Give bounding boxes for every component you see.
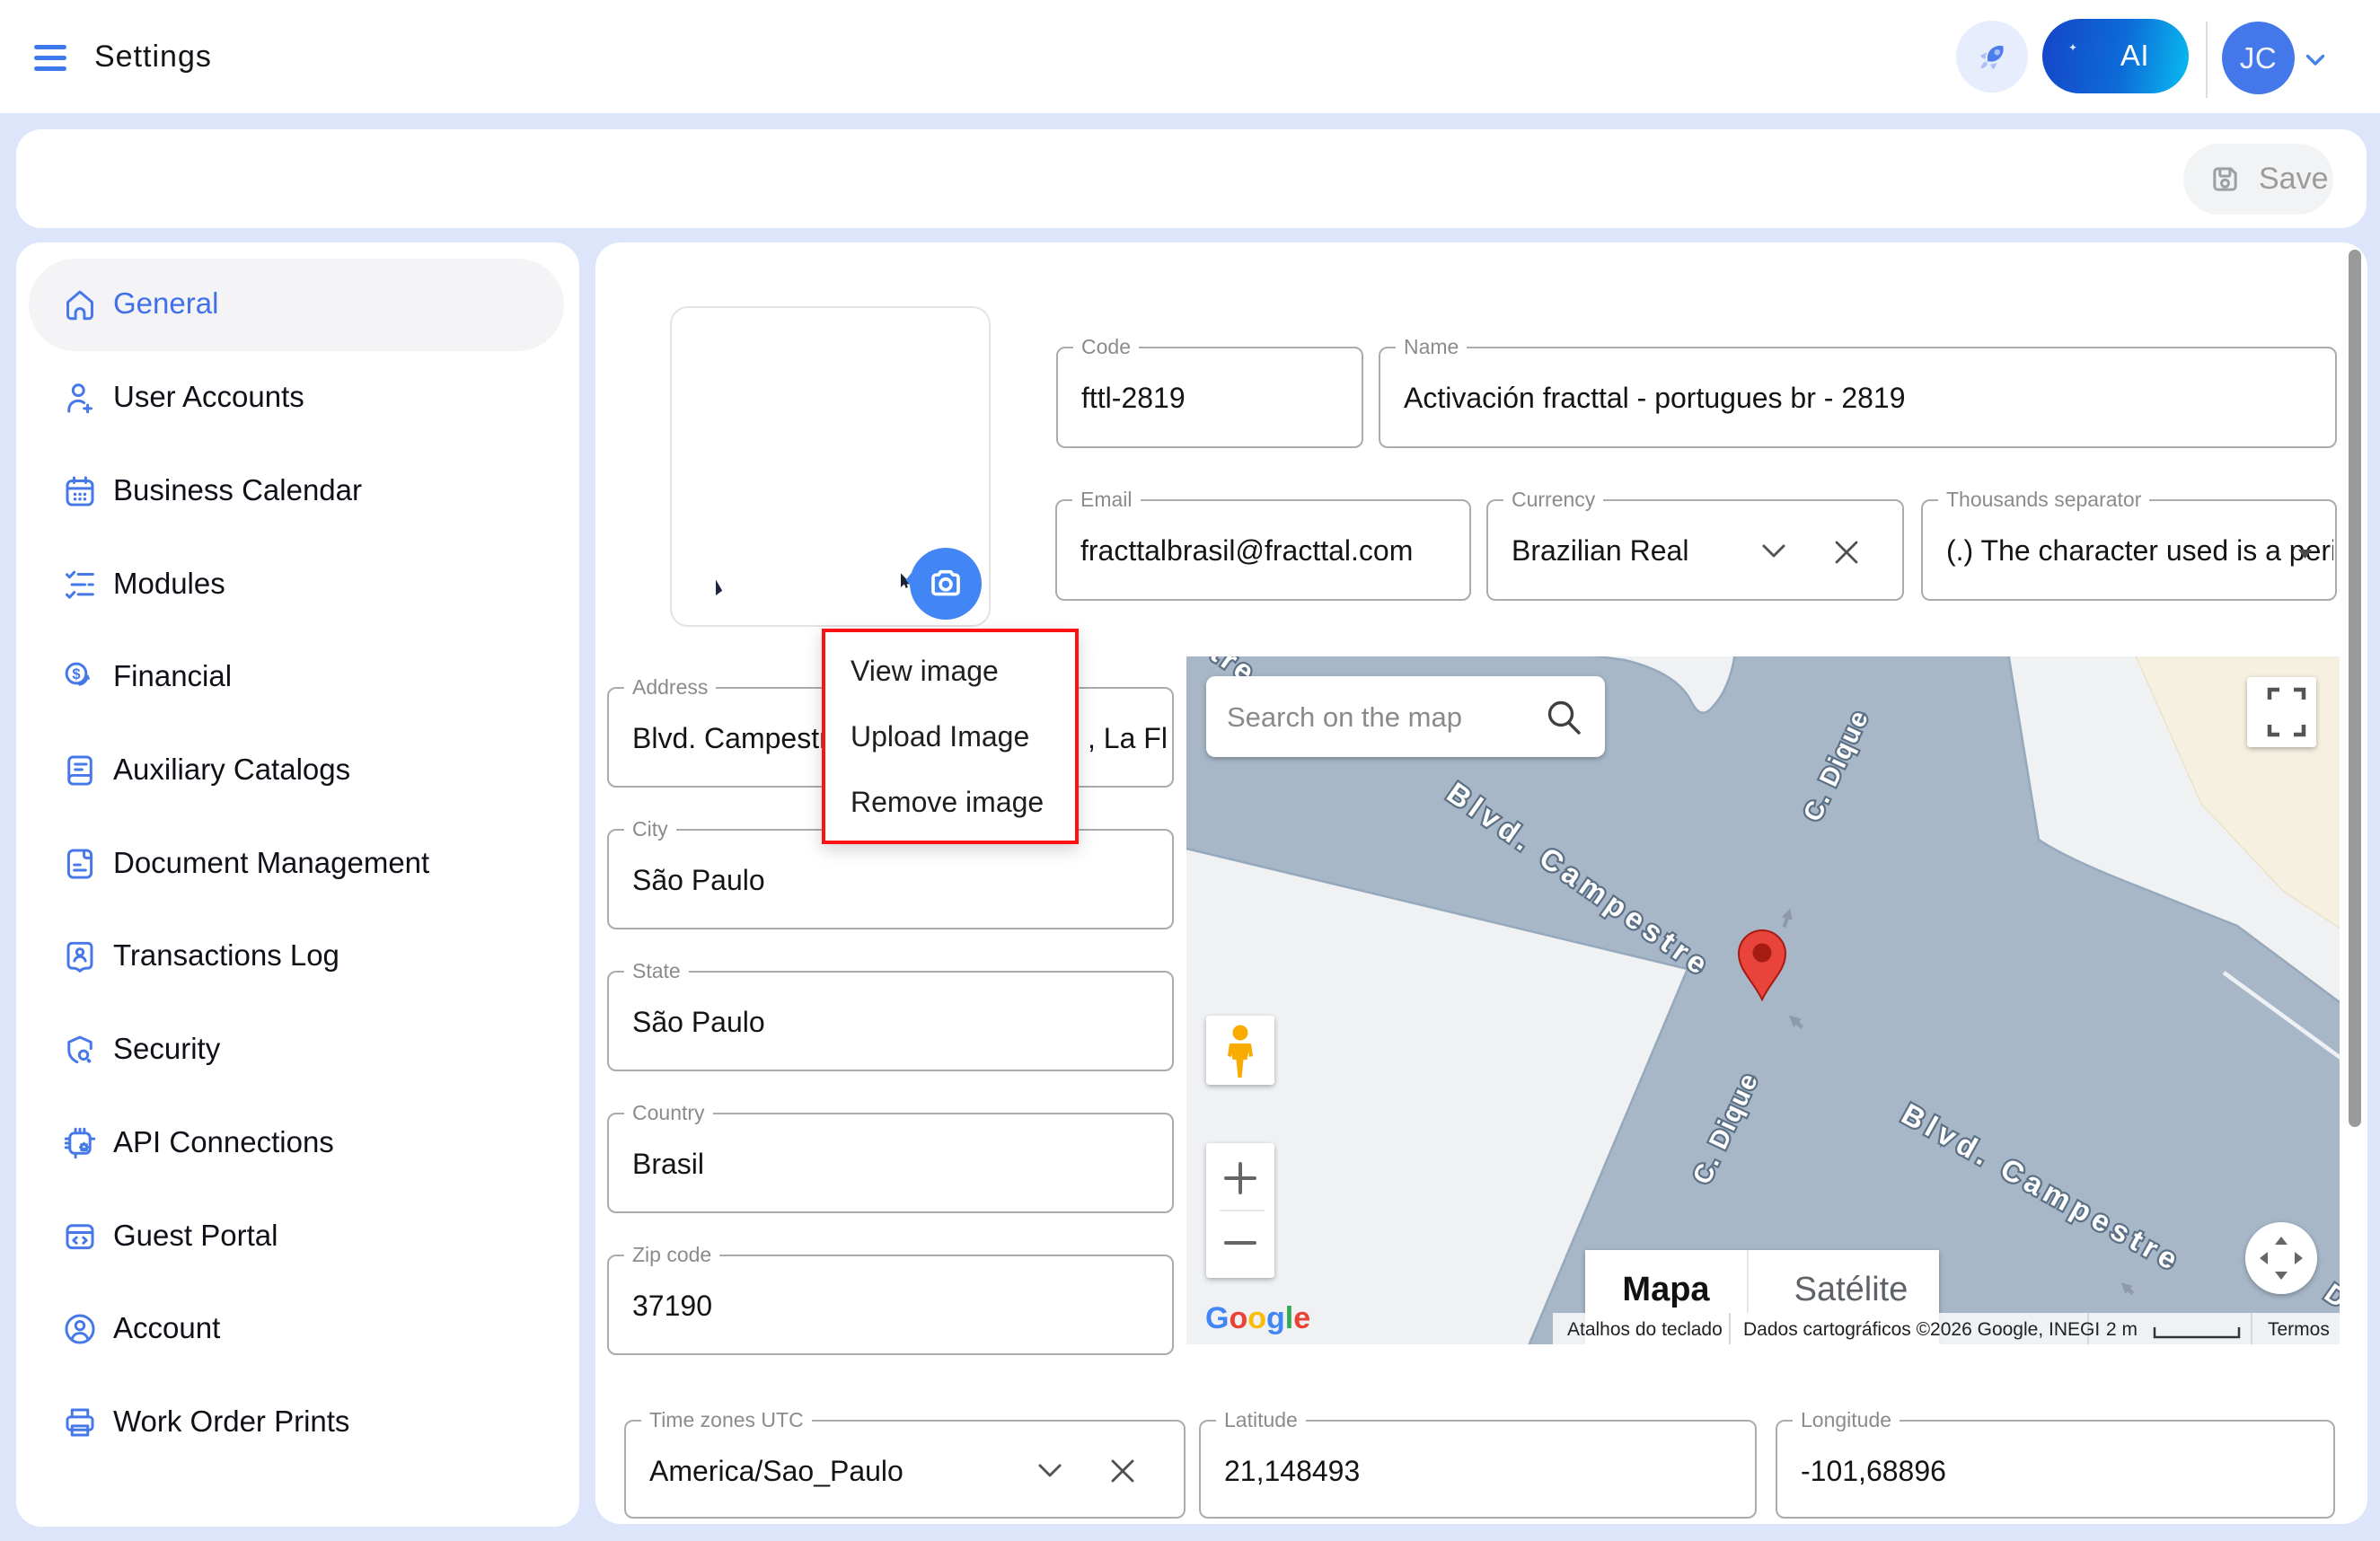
svg-text:$: $ [72, 665, 80, 682]
svg-text:2 m: 2 m [2106, 1319, 2138, 1340]
svg-text:Mapa: Mapa [1622, 1271, 1710, 1308]
svg-text:Google: Google [1205, 1301, 1310, 1335]
svg-text:Search on the map: Search on the map [1227, 701, 1462, 733]
svg-text:Termos: Termos [2268, 1319, 2330, 1340]
svg-text:Satélite: Satélite [1794, 1271, 1908, 1308]
svg-text:Dados cartográficos ©2026 Goog: Dados cartográficos ©2026 Google, INEGI [1743, 1319, 2100, 1340]
svg-text:Atalhos do teclado: Atalhos do teclado [1567, 1319, 1723, 1340]
